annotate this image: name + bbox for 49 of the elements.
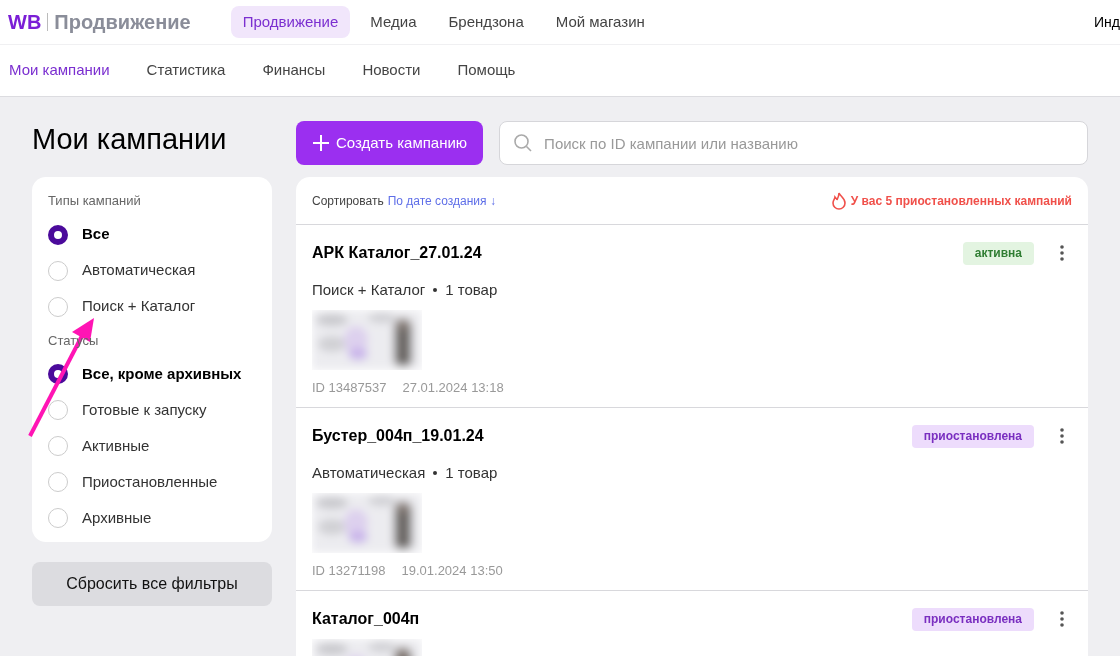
nav-link[interactable]: Статистика: [146, 59, 226, 82]
campaign-name[interactable]: Каталог_004п: [312, 607, 420, 631]
campaign-type: Автоматическая: [312, 463, 426, 483]
radio-label: Архивные: [82, 507, 152, 528]
sort-label: Сортировать: [312, 192, 384, 210]
product-count: 1 товар: [445, 463, 498, 483]
nav-link[interactable]: Мои кампании: [9, 59, 110, 82]
radio-label: Готовые к запуску: [82, 399, 207, 420]
status-badge: активна: [962, 241, 1034, 265]
logo-mark[interactable]: WB: [8, 7, 42, 37]
nav-link[interactable]: Финансы: [262, 59, 326, 82]
more-icon: [1060, 245, 1064, 261]
top-tab[interactable]: Мой магазин: [543, 6, 657, 38]
status-badge: приостановлена: [911, 424, 1034, 448]
radio-button[interactable]: [48, 224, 68, 245]
logo-text: Продвижение: [54, 10, 191, 35]
alert-text: У вас 5 приостановленных кампаний: [850, 192, 1072, 210]
plus-icon: [312, 134, 330, 152]
more-icon: [1060, 611, 1064, 627]
more-icon: [1060, 428, 1064, 444]
top-tab[interactable]: Медиа: [358, 6, 429, 38]
page-title: Мои кампании: [32, 122, 228, 157]
flame-icon: [830, 191, 847, 210]
radio-label: Активные: [82, 435, 150, 456]
sort-dropdown[interactable]: По дате создания ↓: [387, 191, 496, 210]
radio-label: Приостановленные: [82, 471, 218, 492]
radio-label: Все, кроме архивных: [82, 363, 242, 384]
campaign-type: Поиск + Каталог: [312, 280, 426, 300]
top-tab[interactable]: Брендзона: [436, 6, 536, 38]
top-tab[interactable]: Продвижение: [230, 6, 351, 38]
campaign-id: ID 13487537: [312, 378, 387, 397]
campaign-date: 19.01.2024 13:50: [401, 561, 503, 580]
search-icon: [513, 133, 534, 153]
reset-filters-button[interactable]: Сбросить все фильтры: [32, 562, 272, 606]
campaign-id: ID 13271198: [312, 561, 386, 580]
nav-link[interactable]: Новости: [362, 59, 421, 82]
radio-label: Автоматическая: [82, 260, 196, 281]
status-badge: приостановлена: [911, 607, 1034, 631]
radio-label: Все: [82, 224, 110, 245]
campaign-name[interactable]: Бустер_004п_19.01.24: [312, 424, 484, 448]
create-campaign-button[interactable]: Создать кампанию: [296, 121, 484, 165]
product-count: 1 товар: [445, 280, 498, 300]
account-link[interactable]: Инд: [1094, 11, 1120, 33]
search-field[interactable]: Поиск по ID кампании или названию: [499, 121, 1088, 165]
nav-link[interactable]: Помощь: [457, 59, 516, 82]
filter-heading: Типы кампаний: [48, 192, 142, 210]
radio-label: Поиск + Каталог: [82, 296, 196, 317]
campaign-name[interactable]: АРК Каталог_27.01.24: [312, 241, 482, 265]
campaign-date: 27.01.2024 13:18: [402, 378, 504, 397]
